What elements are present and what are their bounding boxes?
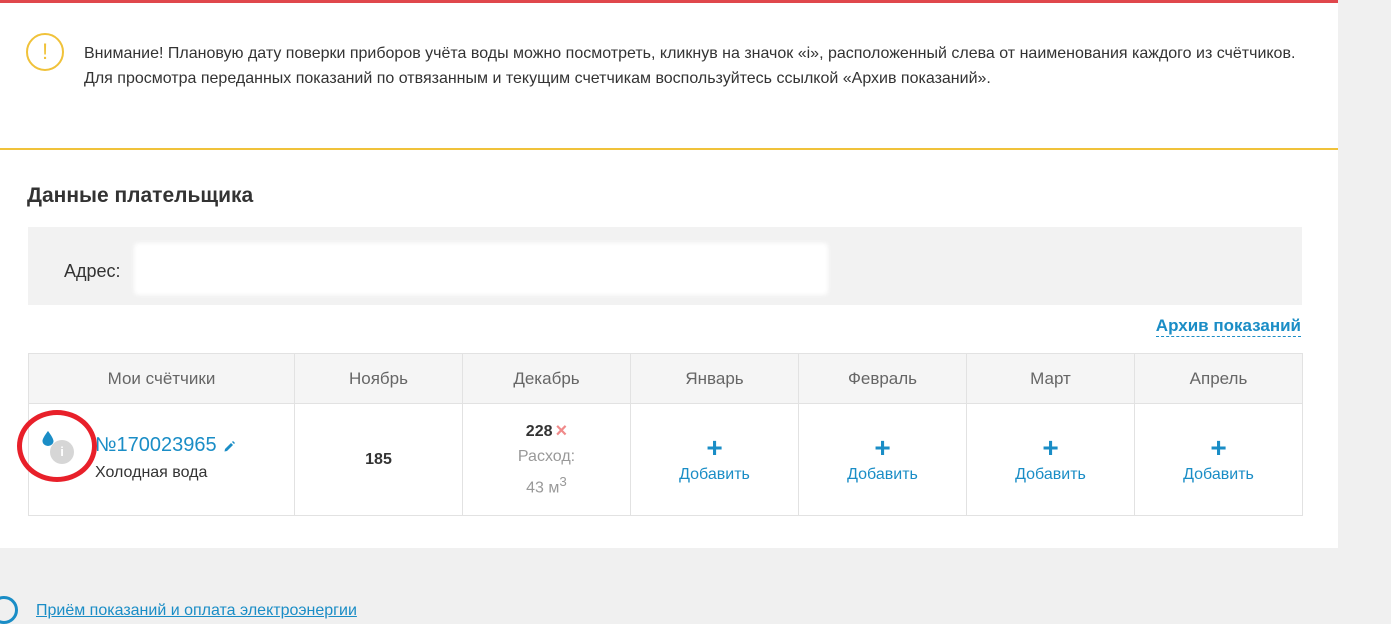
table-row: i №170023965 Холодная вода 185 228 × Рас… <box>17 403 1303 516</box>
notice-line-1: Внимание! Плановую дату поверки приборов… <box>84 45 1296 62</box>
consumption-label: Расход: <box>517 447 576 465</box>
meters-table: Мои счётчики Ноябрь Декабрь Январь Февра… <box>17 353 1303 516</box>
december-reading-line: 228 × <box>463 419 630 444</box>
march-cell: + Добавить <box>966 403 1135 516</box>
pencil-icon[interactable] <box>223 440 236 453</box>
add-reading-january-button[interactable]: + Добавить <box>679 432 750 483</box>
april-cell: + Добавить <box>1134 403 1303 516</box>
warning-icon: ! <box>26 33 64 71</box>
header-january: Январь <box>630 353 799 404</box>
archive-link[interactable]: Архив показаний <box>1155 316 1301 337</box>
electricity-payment-link[interactable]: Приём показаний и оплата электроэнергии <box>36 602 357 620</box>
february-cell: + Добавить <box>798 403 967 516</box>
notice-banner: ! Внимание! Плановую дату поверки прибор… <box>0 3 1338 150</box>
info-icon[interactable]: i <box>50 440 74 464</box>
meter-cell: i №170023965 Холодная вода <box>17 403 295 516</box>
add-reading-march-button[interactable]: + Добавить <box>1015 432 1086 483</box>
notice-line-2: Для просмотра переданных показаний по от… <box>84 70 991 87</box>
december-reading: 228 <box>525 422 553 440</box>
january-cell: + Добавить <box>630 403 799 516</box>
notice-text: Внимание! Плановую дату поверки приборов… <box>84 41 1314 91</box>
table-header-row: Мои счётчики Ноябрь Декабрь Январь Февра… <box>28 353 1303 404</box>
address-label: Адрес: <box>64 261 121 281</box>
add-label: Добавить <box>1183 466 1254 483</box>
content-panel: ! Внимание! Плановую дату поверки прибор… <box>0 0 1338 548</box>
add-label: Добавить <box>679 466 750 483</box>
address-box: Адрес: <box>28 227 1302 305</box>
consumption-value-line: 43 м3 <box>463 469 630 500</box>
header-april: Апрель <box>1134 353 1303 404</box>
delete-reading-icon[interactable]: × <box>556 420 568 442</box>
november-cell: 185 <box>294 403 463 516</box>
header-november: Ноябрь <box>294 353 463 404</box>
consumption-value: 43 м <box>526 479 560 497</box>
section-title: Данные плательщика <box>27 184 254 207</box>
plus-icon: + <box>1210 432 1227 463</box>
header-my-meters: Мои счётчики <box>28 353 295 404</box>
consumption-unit-exponent: 3 <box>559 473 567 489</box>
address-value-redacted <box>134 243 828 295</box>
meter-number-link[interactable]: №170023965 <box>95 434 217 457</box>
plus-icon: + <box>1042 432 1059 463</box>
header-december: Декабрь <box>462 353 631 404</box>
add-reading-february-button[interactable]: + Добавить <box>847 432 918 483</box>
december-cell: 228 × Расход: 43 м3 <box>462 403 631 516</box>
header-february: Февраль <box>798 353 967 404</box>
electricity-icon <box>0 596 18 624</box>
add-label: Добавить <box>1015 466 1086 483</box>
plus-icon: + <box>706 432 723 463</box>
november-reading: 185 <box>365 450 392 468</box>
plus-icon: + <box>874 432 891 463</box>
header-march: Март <box>966 353 1135 404</box>
add-label: Добавить <box>847 466 918 483</box>
meter-type: Холодная вода <box>95 464 208 481</box>
add-reading-april-button[interactable]: + Добавить <box>1183 432 1254 483</box>
